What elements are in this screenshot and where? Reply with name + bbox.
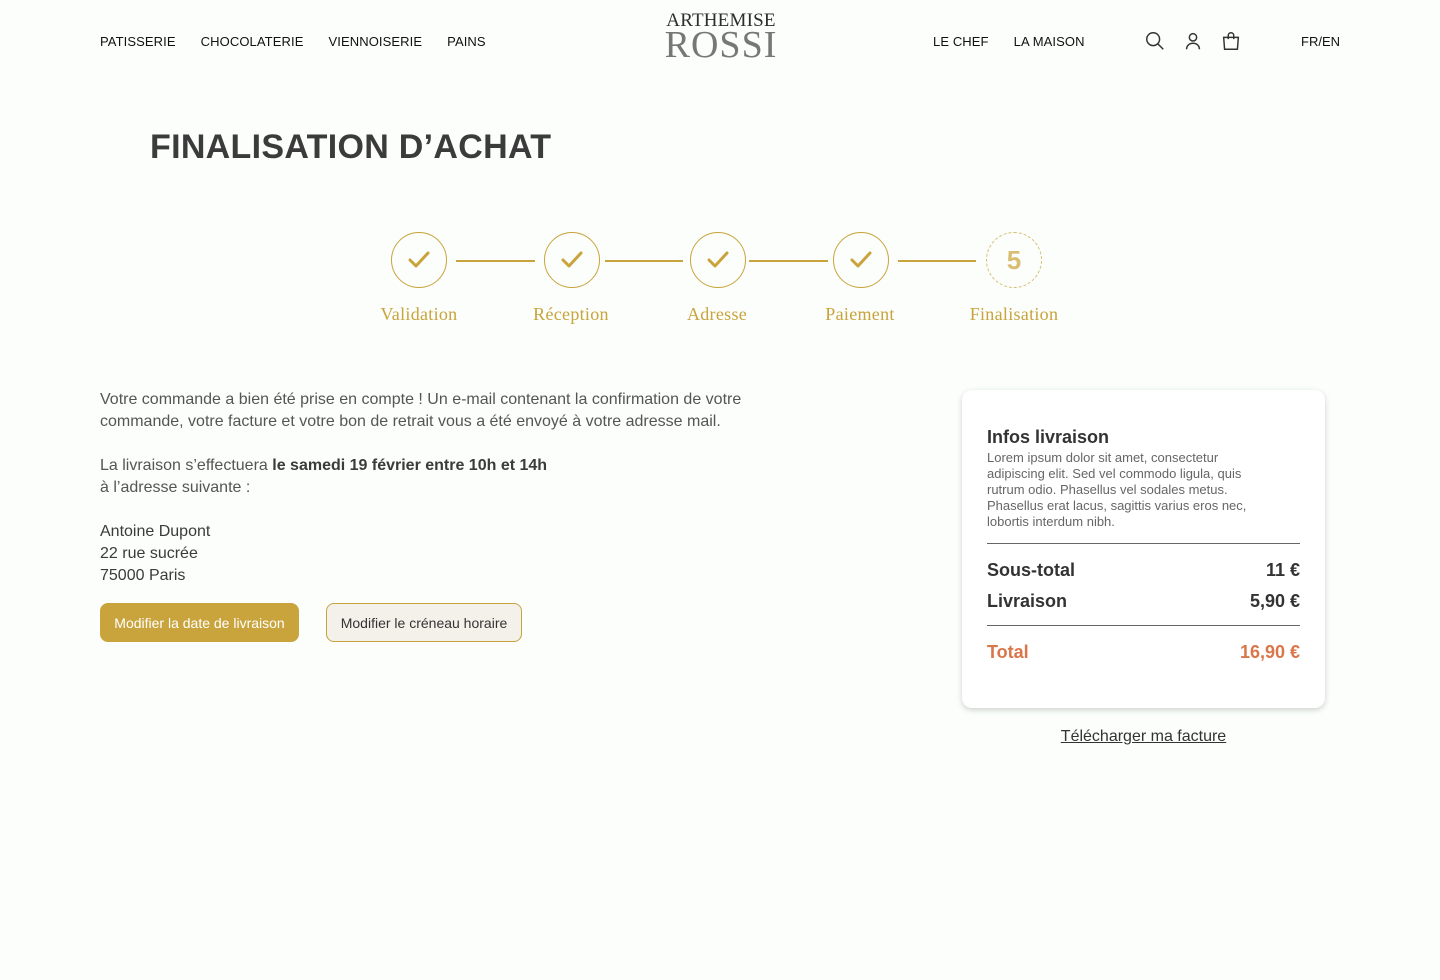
delivery-info: La livraison s’effectuera le samedi 19 f… [100, 455, 780, 499]
step-connector [605, 260, 683, 262]
nav-viennoiserie[interactable]: VIENNOISERIE [328, 34, 422, 49]
step-connector [749, 260, 828, 262]
modify-slot-button[interactable]: Modifier le créneau horaire [326, 603, 522, 642]
checkout-stepper: 5 Validation Réception Adresse Paiement … [0, 232, 1440, 332]
step-paiement-circle [833, 232, 889, 288]
top-navigation: PATISSERIE CHOCOLATERIE VIENNOISERIE PAI… [0, 0, 1440, 84]
delivery-prefix: La livraison s’effectuera [100, 457, 273, 474]
step-label-validation: Validation [380, 304, 458, 324]
logo-line2: ROSSI [664, 24, 778, 66]
brand-logo[interactable]: ARTHEMISE ROSSI [664, 11, 778, 66]
delivery-date: le samedi 19 février entre 10h et 14h [272, 457, 548, 474]
step-label-finalisation: Finalisation [969, 304, 1059, 324]
nav-chocolaterie[interactable]: CHOCOLATERIE [201, 34, 304, 49]
cart-icon[interactable] [1220, 30, 1242, 52]
user-icon[interactable] [1182, 30, 1204, 52]
nav-left-group: PATISSERIE CHOCOLATERIE VIENNOISERIE PAI… [100, 34, 486, 49]
modify-date-button[interactable]: Modifier la date de livraison [100, 603, 299, 642]
check-icon [408, 251, 430, 268]
step-validation-circle [391, 232, 447, 288]
check-icon [561, 251, 583, 268]
nav-right-group: LE CHEF LA MAISON [933, 34, 1085, 49]
shipping-row: Livraison 5,90 € [987, 591, 1300, 612]
delivery-actions: Modifier la date de livraison Modifier l… [100, 603, 522, 642]
subtotal-row: Sous-total 11 € [987, 560, 1300, 581]
summary-title: Infos livraison [987, 427, 1110, 447]
shipping-label: Livraison [987, 591, 1068, 611]
step-label-paiement: Paiement [825, 304, 895, 324]
total-label: Total [987, 642, 1029, 662]
nav-icons [1144, 30, 1242, 52]
step-reception-circle [544, 232, 600, 288]
nav-la-maison[interactable]: LA MAISON [1014, 34, 1085, 49]
confirmation-message: Votre commande a bien été prise en compt… [100, 391, 742, 430]
summary-divider [987, 543, 1300, 544]
download-invoice-link[interactable]: Télécharger ma facture [962, 728, 1325, 746]
language-switch[interactable]: FR/EN [1301, 34, 1340, 49]
order-summary-card: Infos livraison Lorem ipsum dolor sit am… [962, 390, 1325, 708]
step-label-reception: Réception [533, 304, 609, 324]
subtotal-label: Sous-total [987, 560, 1075, 580]
step-connector [898, 260, 976, 262]
check-icon [850, 251, 872, 268]
step-label-adresse: Adresse [686, 304, 748, 324]
summary-divider [987, 625, 1300, 626]
step-connector [456, 260, 535, 262]
step-finalisation-circle: 5 [986, 232, 1042, 288]
confirmation-section: Votre commande a bien été prise en compt… [100, 389, 780, 587]
nav-le-chef[interactable]: LE CHEF [933, 34, 989, 49]
total-row: Total 16,90 € [987, 642, 1300, 663]
nav-pains[interactable]: PAINS [447, 34, 486, 49]
delivery-suffix: à l’adresse suivante : [100, 479, 251, 496]
address-name: Antoine Dupont [100, 523, 211, 540]
summary-description: Lorem ipsum dolor sit amet, consectetur … [987, 450, 1247, 529]
delivery-address: Antoine Dupont 22 rue sucrée 75000 Paris [100, 521, 780, 587]
shipping-value: 5,90 € [1249, 591, 1300, 611]
page-title: FINALISATION D’ACHAT [150, 128, 552, 166]
subtotal-value: 11 € [1265, 560, 1300, 580]
step-adresse-circle [690, 232, 746, 288]
address-street: 22 rue sucrée [100, 545, 198, 562]
total-value: 16,90 € [1239, 642, 1300, 662]
address-city: 75000 Paris [100, 567, 186, 584]
check-icon [707, 251, 729, 268]
nav-patisserie[interactable]: PATISSERIE [100, 34, 176, 49]
search-icon[interactable] [1144, 30, 1166, 52]
